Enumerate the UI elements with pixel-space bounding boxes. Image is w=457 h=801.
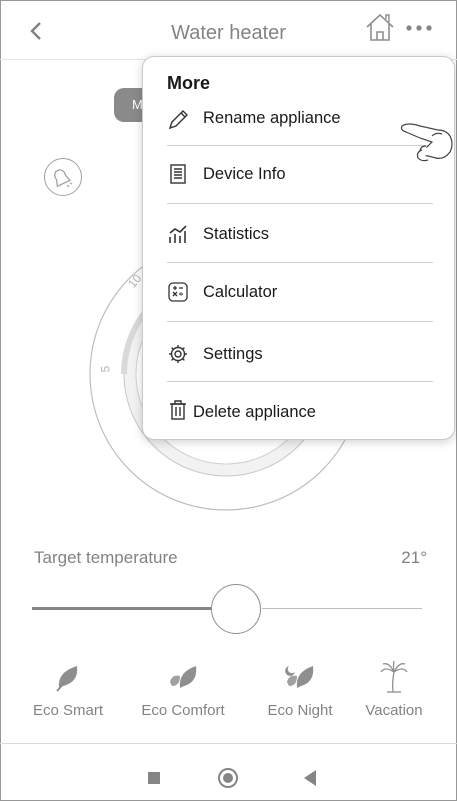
recents-icon[interactable] [148, 772, 160, 784]
mode-selector: Eco Smart Eco Comfort Eco Night Vacation [0, 660, 457, 724]
bell-icon [54, 169, 73, 188]
gear-icon [169, 345, 187, 363]
menu-item-statistics[interactable]: Statistics [143, 207, 456, 263]
tap-hand-icon [400, 123, 453, 162]
mode-eco-comfort[interactable]: Eco Comfort [126, 660, 240, 719]
pencil-icon [168, 110, 188, 130]
mode-eco-smart[interactable]: Eco Smart [18, 660, 118, 719]
menu-divider [167, 381, 433, 382]
home-button[interactable] [364, 12, 396, 42]
home-icon [366, 13, 394, 41]
menu-divider [167, 262, 433, 263]
target-temperature-value: 21° [401, 548, 427, 567]
menu-item-settings[interactable]: Settings [143, 325, 456, 381]
slider-track-filled [32, 607, 214, 610]
menu-item-label: Settings [203, 345, 263, 363]
menu-item-label: Calculator [203, 283, 278, 301]
chart-icon [169, 225, 187, 243]
system-navbar [0, 743, 457, 801]
document-icon [170, 164, 186, 184]
menu-item-label: Device Info [203, 165, 286, 183]
menu-item-label: Statistics [203, 225, 270, 243]
menu-item-label: Delete appliance [193, 403, 316, 421]
calculator-icon [168, 282, 188, 302]
menu-item-delete[interactable]: Delete appliance [143, 385, 456, 441]
more-button[interactable] [404, 20, 434, 36]
mode-eco-night[interactable]: Eco Night [250, 660, 350, 719]
target-temperature-label: Target temperature [34, 548, 178, 567]
menu-divider [167, 203, 433, 204]
menu-item-label: Rename appliance [203, 109, 341, 127]
leaves-icon [170, 666, 197, 688]
back-triangle-icon[interactable] [304, 770, 316, 786]
menu-title: More [167, 73, 211, 93]
menu-item-calculator[interactable]: Calculator [143, 265, 456, 321]
home-circle-icon[interactable] [218, 768, 238, 788]
leaf-icon [56, 666, 78, 692]
temperature-slider-thumb[interactable] [211, 584, 261, 634]
mode-vacation[interactable]: Vacation [354, 660, 434, 719]
palm-tree-icon [380, 660, 408, 693]
mode-label: Eco Comfort [141, 702, 225, 719]
mode-label: Vacation [365, 702, 423, 719]
more-dots-icon [406, 25, 432, 31]
menu-divider [167, 321, 433, 322]
menu-divider [167, 145, 433, 146]
leaves-night-icon [285, 666, 314, 688]
mode-label: Eco Night [267, 702, 333, 719]
trash-icon [170, 400, 186, 420]
dial-tick-5: 5 [98, 365, 113, 373]
mode-label: Eco Smart [32, 702, 104, 719]
boost-button[interactable] [44, 158, 82, 196]
slider-track-empty [262, 608, 422, 609]
app-header: Water heater [0, 0, 457, 60]
